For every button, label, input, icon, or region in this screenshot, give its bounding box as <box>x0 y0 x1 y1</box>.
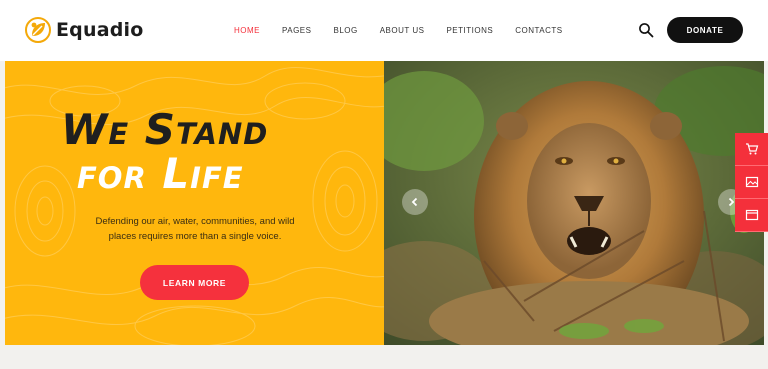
side-toolbar <box>735 133 768 232</box>
hero-slider: We Stand for Life Defending our air, wat… <box>5 61 764 345</box>
hero-image-panel <box>384 61 764 345</box>
side-tool-image[interactable] <box>735 166 768 199</box>
chevron-left-icon <box>411 197 418 207</box>
donate-button[interactable]: DONATE <box>667 17 743 43</box>
page-below-fold <box>0 345 768 369</box>
search-icon[interactable] <box>638 22 654 38</box>
headline-line-1: We Stand <box>61 105 269 154</box>
nav-item-pages[interactable]: PAGES <box>282 26 311 35</box>
cart-icon <box>745 143 758 155</box>
brand-name: Equadio <box>56 19 144 41</box>
browser-window-icon <box>745 209 758 221</box>
slider-prev-button[interactable] <box>402 189 428 215</box>
hero-text-panel: We Stand for Life Defending our air, wat… <box>5 61 384 345</box>
hero-subtext: Defending our air, water, communities, a… <box>95 216 295 242</box>
image-icon <box>745 176 758 188</box>
nav-item-petitions[interactable]: PETITIONS <box>446 26 493 35</box>
nav-item-about-us[interactable]: ABOUT US <box>380 26 425 35</box>
side-tool-cart[interactable] <box>735 133 768 166</box>
leaf-sun-icon <box>25 17 51 43</box>
lion-photo <box>384 61 764 345</box>
site-header: Equadio HOME PAGES BLOG ABOUT US PETITIO… <box>0 0 768 61</box>
headline-line-2: for Life <box>77 149 244 198</box>
main-nav: HOME PAGES BLOG ABOUT US PETITIONS CONTA… <box>234 26 585 35</box>
nav-item-home[interactable]: HOME <box>234 26 260 35</box>
side-tool-window[interactable] <box>735 199 768 232</box>
nav-item-contacts[interactable]: CONTACTS <box>515 26 562 35</box>
topographic-pattern <box>5 67 384 345</box>
nav-item-blog[interactable]: BLOG <box>333 26 357 35</box>
hero-headline: We Stand for Life <box>61 108 361 196</box>
learn-more-button[interactable]: LEARN MORE <box>140 265 249 300</box>
logo[interactable]: Equadio <box>24 16 144 44</box>
page: Equadio HOME PAGES BLOG ABOUT US PETITIO… <box>0 0 768 369</box>
